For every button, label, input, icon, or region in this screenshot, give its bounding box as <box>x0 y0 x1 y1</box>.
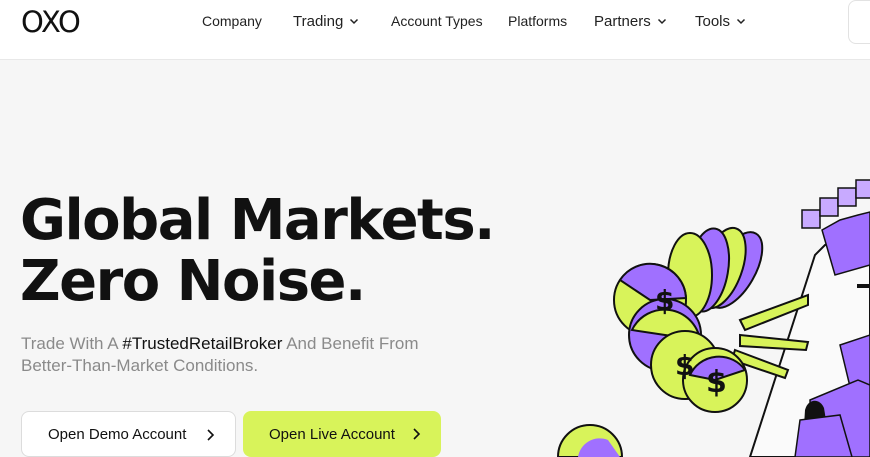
open-demo-account-label: Open Demo Account <box>48 425 187 443</box>
nav-partners[interactable]: Partners <box>594 11 667 31</box>
chevron-down-icon <box>737 18 746 25</box>
nav-platforms-label: Platforms <box>508 13 568 29</box>
nav-trading-label: Trading <box>293 12 344 30</box>
chevron-right-icon <box>207 429 215 441</box>
oxo-logo[interactable]: OXO <box>21 6 81 38</box>
open-demo-account-button[interactable]: Open Demo Account <box>21 411 236 457</box>
hero-subtitle: Trade With A #TrustedRetailBroker And Be… <box>21 333 471 377</box>
nav-account-types[interactable]: Account Types <box>391 11 483 31</box>
dollar-sign-icon: $ <box>675 349 694 382</box>
hero-title-line-2: Zero Noise. <box>20 249 366 314</box>
open-live-account-label: Open Live Account <box>269 425 395 443</box>
nav-tools[interactable]: Tools <box>695 11 746 31</box>
chevron-right-icon <box>413 428 421 440</box>
hero-coins-illustration: $ $ $ <box>556 179 870 457</box>
hero-title-line-1: Global Markets. <box>20 188 495 253</box>
trusted-retail-broker-hashtag: #TrustedRetailBroker <box>122 334 283 353</box>
chevron-down-icon <box>657 18 666 25</box>
dollar-sign-icon: $ <box>655 284 674 317</box>
subtitle-text-start: Trade With A <box>21 334 123 353</box>
open-live-account-button[interactable]: Open Live Account <box>243 411 441 457</box>
nav-trading[interactable]: Trading <box>293 11 359 31</box>
nav-tools-label: Tools <box>695 12 731 30</box>
chevron-down-icon <box>350 18 359 25</box>
nav-account-types-label: Account Types <box>391 13 483 29</box>
nav-company-label: Company <box>202 13 262 29</box>
nav-company[interactable]: Company <box>202 11 262 31</box>
nav-platforms[interactable]: Platforms <box>508 11 567 31</box>
nav-partners-label: Partners <box>594 12 651 30</box>
site-header: OXO Company Trading Account Types Platfo… <box>0 0 870 60</box>
dollar-sign-icon: $ <box>706 365 727 400</box>
header-action-button[interactable] <box>848 0 870 44</box>
hero-title: Global Markets. Zero Noise. <box>20 188 495 314</box>
